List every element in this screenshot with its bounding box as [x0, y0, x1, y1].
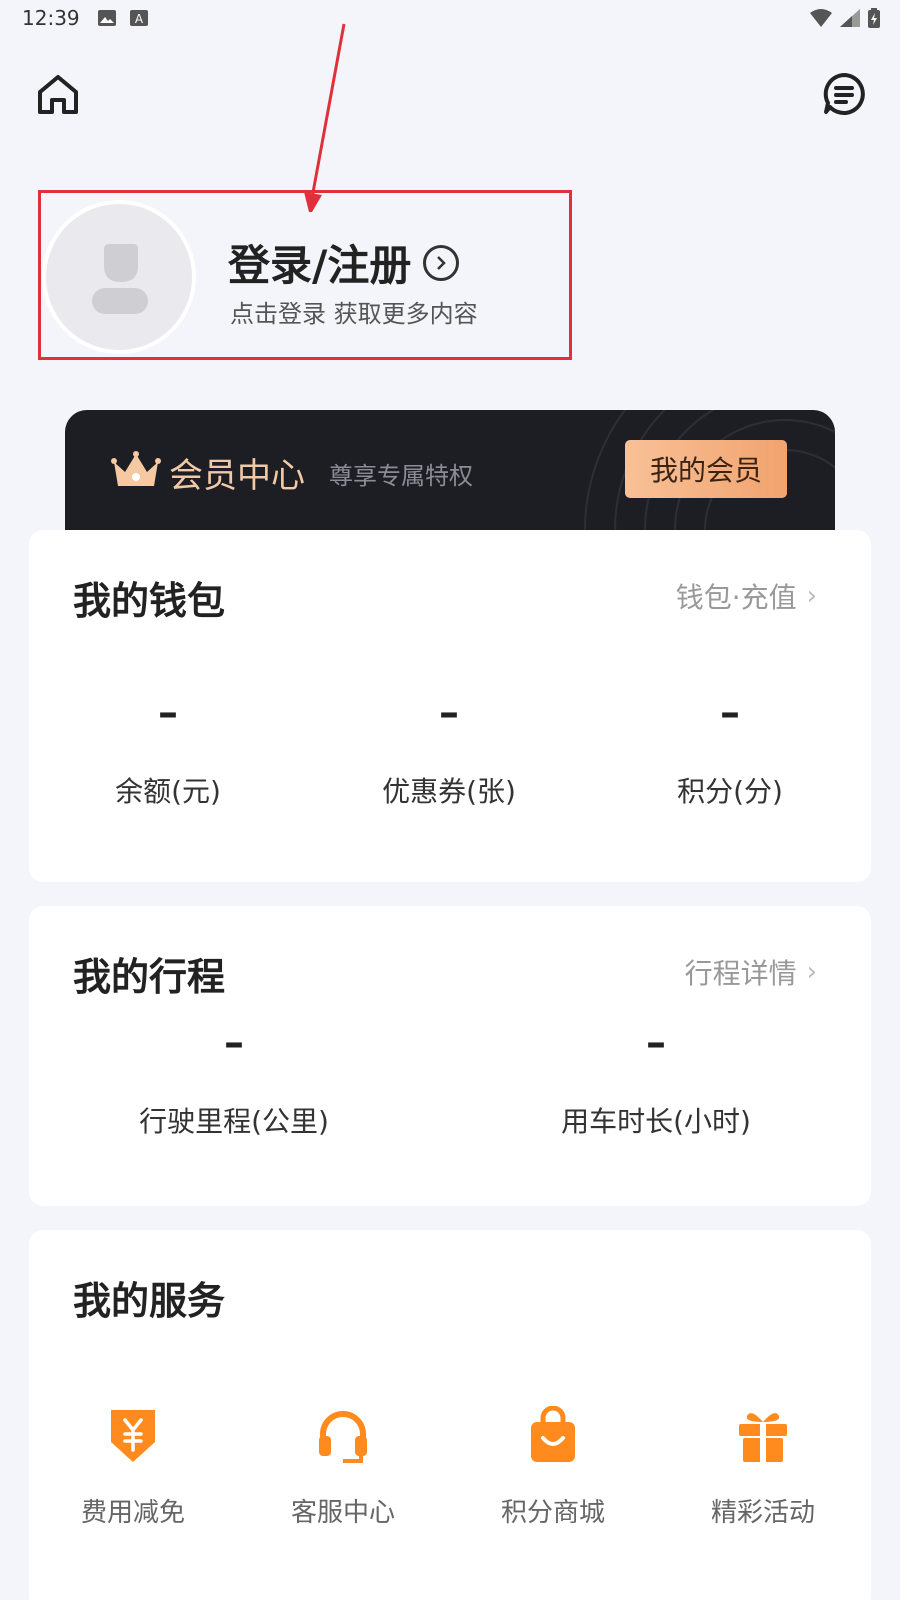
coupon-label: 优惠券(张)	[382, 775, 516, 808]
service-label: 精彩活动	[710, 1498, 815, 1528]
gift-icon	[739, 1413, 787, 1462]
service-label: 费用减免	[80, 1498, 185, 1528]
service-label: 客服中心	[290, 1498, 395, 1528]
balance-label: 余额(元)	[115, 775, 221, 808]
image-notification-icon	[97, 10, 116, 26]
svg-text:A: A	[135, 12, 144, 26]
battery-icon	[868, 8, 880, 28]
chevron-right-icon: ›	[806, 957, 817, 987]
service-activities[interactable]: 精彩活动	[678, 1406, 848, 1529]
service-points-mall[interactable]: 积分商城	[468, 1405, 638, 1529]
trip-details-link[interactable]: 行程详情 ›	[685, 952, 817, 992]
status-bar: 12:39 A	[0, 0, 900, 36]
usage-time-stat[interactable]: – 用车时长(小时)	[531, 1020, 781, 1140]
services-title: 我的服务	[73, 1279, 226, 1323]
mileage-label: 行驶里程(公里)	[139, 1105, 329, 1138]
trip-details-label: 行程详情	[684, 957, 797, 990]
wifi-icon	[810, 9, 832, 27]
vip-title: 会员中心	[169, 456, 305, 496]
wallet-card: 我的钱包 钱包·充值 › – 余额(元) – 优惠券(张) – 积分(分)	[29, 530, 871, 882]
crown-icon	[111, 451, 161, 486]
points-label: 积分(分)	[677, 775, 783, 808]
points-value: –	[720, 690, 740, 736]
annotation-arrow	[304, 23, 346, 212]
coupon-stat[interactable]: – 优惠券(张)	[349, 690, 549, 810]
trips-title: 我的行程	[73, 955, 226, 999]
message-button[interactable]	[818, 68, 870, 120]
services-card: 我的服务 费用减免 客服中心 积分商城 精彩活动	[29, 1230, 871, 1600]
service-label: 积分商城	[500, 1498, 605, 1528]
vip-card[interactable]: 会员中心 尊享专属特权 我的会员	[65, 410, 835, 535]
status-time: 12:39	[22, 6, 80, 30]
vip-subtitle: 尊享专属特权	[329, 462, 473, 490]
headset-icon	[319, 1411, 367, 1463]
chevron-right-icon: ›	[806, 581, 817, 611]
message-icon	[823, 73, 865, 115]
points-stat[interactable]: – 积分(分)	[630, 690, 830, 810]
status-right-icons	[810, 8, 880, 28]
mileage-stat[interactable]: – 行驶里程(公里)	[109, 1020, 359, 1140]
wallet-recharge-label: 钱包·充值	[675, 581, 797, 614]
a-notification-icon: A	[129, 10, 148, 26]
balance-stat[interactable]: – 余额(元)	[68, 690, 268, 810]
trips-card: 我的行程 行程详情 › – 行驶里程(公里) – 用车时长(小时)	[29, 906, 871, 1206]
shopping-bag-icon	[531, 1405, 575, 1462]
service-customer-center[interactable]: 客服中心	[258, 1406, 428, 1529]
fee-waiver-icon	[111, 1410, 155, 1462]
wallet-recharge-link[interactable]: 钱包·充值 ›	[676, 576, 817, 616]
home-icon	[38, 75, 78, 114]
service-fee-waiver[interactable]: 费用减免	[48, 1406, 218, 1529]
wallet-title: 我的钱包	[73, 579, 226, 623]
my-membership-button[interactable]: 我的会员	[625, 440, 787, 498]
home-button[interactable]	[32, 68, 84, 120]
usage-time-label: 用车时长(小时)	[561, 1105, 751, 1138]
usage-time-value: –	[646, 1020, 666, 1066]
cell-signal-icon	[840, 9, 860, 27]
mileage-value: –	[224, 1020, 244, 1066]
coupon-value: –	[439, 690, 459, 736]
balance-value: –	[158, 690, 178, 736]
